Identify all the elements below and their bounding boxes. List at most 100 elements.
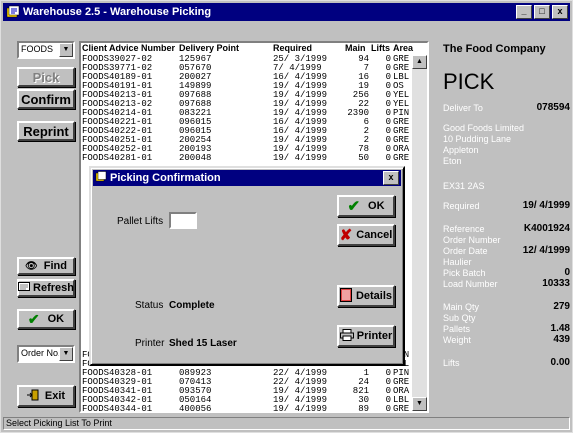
- minimize-button[interactable]: _: [516, 5, 532, 19]
- haulier-label: Haulier: [443, 257, 472, 267]
- table-cell: GRE: [393, 404, 410, 413]
- checkmark-icon: ✔: [347, 198, 361, 215]
- cross-icon: ✘: [339, 227, 353, 244]
- table-cell: 0: [385, 404, 391, 413]
- order-number-label: Order Number: [443, 235, 501, 245]
- required-value: 19/ 4/1999: [522, 200, 570, 211]
- reference-value: K4001924: [523, 223, 570, 234]
- status-value: Complete: [169, 300, 215, 311]
- status-bar: Select Picking List To Print: [3, 417, 570, 430]
- status-label: Status: [135, 300, 164, 311]
- ok-button[interactable]: ✔ OK: [17, 309, 75, 329]
- details-list-icon: [339, 287, 352, 305]
- table-cell: 0: [385, 153, 391, 163]
- col-client[interactable]: Client: [82, 43, 107, 53]
- ok-label: OK: [47, 313, 65, 325]
- close-button[interactable]: x: [552, 5, 568, 19]
- address-line: Eton: [443, 156, 462, 166]
- confirm-button[interactable]: Confirm: [17, 89, 75, 109]
- printer-btn-label: Printer: [356, 330, 393, 342]
- deliver-to-value: 078594: [536, 102, 570, 113]
- title-bar[interactable]: Warehouse 2.5 - Warehouse Picking _ □ x: [3, 3, 570, 21]
- col-required[interactable]: Required: [273, 43, 312, 53]
- sub-qty-label: Sub Qty: [443, 313, 476, 323]
- chevron-down-icon[interactable]: ▼: [59, 43, 73, 57]
- col-delivery-point[interactable]: Delivery Point: [179, 43, 239, 53]
- dialog-close-button[interactable]: x: [383, 171, 399, 185]
- table-cell: FOODS: [82, 153, 110, 163]
- refresh-icon: [18, 282, 31, 294]
- col-main[interactable]: Main: [345, 43, 366, 53]
- order-date-value: 12/ 4/1999: [522, 245, 570, 256]
- required-label: Required: [443, 201, 480, 211]
- table-cell: 40344-01: [109, 404, 153, 413]
- client-area: FOODS ▼ Pick Confirm Reprint 👁 Find Refr…: [3, 23, 570, 416]
- main-qty-value: 279: [553, 301, 570, 312]
- client-combo-value: FOODS: [21, 44, 54, 54]
- lifts-value: 0.00: [550, 357, 570, 368]
- table-cell: GRE: [393, 153, 410, 163]
- scroll-down-icon[interactable]: ▼: [412, 397, 427, 411]
- lifts-label: Lifts: [443, 358, 460, 368]
- find-label: Find: [43, 260, 67, 272]
- dialog-title: Picking Confirmation: [110, 172, 221, 184]
- reference-label: Reference: [443, 224, 485, 234]
- window-title: Warehouse 2.5 - Warehouse Picking: [23, 6, 212, 18]
- pallet-lifts-input[interactable]: [169, 212, 197, 229]
- mode-title: PICK: [443, 69, 495, 94]
- order-date-label: Order Date: [443, 246, 488, 256]
- pick-batch-label: Pick Batch: [443, 268, 486, 278]
- pallets-value: 1.48: [550, 323, 570, 334]
- reprint-button[interactable]: Reprint: [17, 121, 75, 141]
- refresh-label: Refresh: [33, 282, 74, 294]
- dialog-cancel-button[interactable]: ✘ Cancel: [337, 224, 395, 246]
- picking-confirmation-dialog: Picking Confirmation x Pallet Lifts Stat…: [89, 166, 405, 366]
- table-cell: 400056: [179, 404, 212, 413]
- chevron-down-icon[interactable]: ▼: [59, 347, 73, 361]
- deliver-to-label: Deliver To: [443, 103, 483, 113]
- dialog-ok-button[interactable]: ✔ OK: [337, 195, 395, 217]
- weight-label: Weight: [443, 335, 471, 345]
- client-combo[interactable]: FOODS ▼: [17, 41, 75, 59]
- exit-label: Exit: [44, 390, 66, 402]
- address-line: Good Foods Limited: [443, 123, 525, 133]
- table-cell: 200048: [179, 153, 212, 163]
- table-cell: 19/ 4/1999: [273, 404, 328, 413]
- pallet-lifts-label: Pallet Lifts: [117, 216, 164, 227]
- details-button[interactable]: Details: [337, 285, 395, 307]
- col-advice-number[interactable]: Advice Number: [109, 43, 175, 53]
- table-cell: 19/ 4/1999: [273, 153, 328, 163]
- table-cell: 40281-01: [109, 153, 153, 163]
- dialog-app-icon: [95, 170, 107, 186]
- pick-button[interactable]: Pick: [17, 67, 75, 87]
- printer-label: Printer: [135, 338, 165, 349]
- find-button[interactable]: 👁 Find: [17, 257, 75, 275]
- table-cell: 50: [358, 153, 369, 163]
- binoculars-icon: 👁: [25, 260, 38, 272]
- scroll-up-icon[interactable]: ▲: [412, 55, 427, 69]
- exit-door-icon: [26, 389, 39, 404]
- col-lifts[interactable]: Lifts: [371, 43, 390, 53]
- table-row[interactable]: FOODS 40344-01 400056 19/ 4/1999 89 0 GRE: [81, 404, 412, 413]
- dialog-title-bar[interactable]: Picking Confirmation x: [93, 170, 401, 186]
- company-name: The Food Company: [443, 43, 546, 55]
- pallets-label: Pallets: [443, 324, 471, 334]
- printer-value: Shed 15 Laser: [169, 338, 237, 349]
- sort-combo-value: Order No.: [21, 348, 61, 358]
- delivery-address: Good Foods Limited 10 Pudding Lane Apple…: [443, 123, 524, 192]
- sort-combo[interactable]: Order No. ▼: [17, 345, 75, 363]
- weight-value: 439: [553, 334, 570, 345]
- address-line: [443, 167, 524, 178]
- grid-scrollbar[interactable]: ▲ ▼: [412, 55, 427, 411]
- address-line: EX31 2AS: [443, 181, 485, 191]
- col-area[interactable]: Area: [393, 43, 413, 53]
- refresh-button[interactable]: Refresh: [17, 279, 75, 297]
- exit-button[interactable]: Exit: [17, 385, 75, 407]
- address-line: Appleton: [443, 145, 479, 155]
- main-qty-label: Main Qty: [443, 302, 480, 312]
- maximize-button[interactable]: □: [534, 5, 550, 19]
- printer-button[interactable]: Printer: [337, 325, 395, 347]
- address-line: 10 Pudding Lane: [443, 134, 512, 144]
- load-number-label: Load Number: [443, 279, 498, 289]
- table-row[interactable]: FOODS 40281-01 200048 19/ 4/1999 50 0 GRE: [81, 154, 412, 163]
